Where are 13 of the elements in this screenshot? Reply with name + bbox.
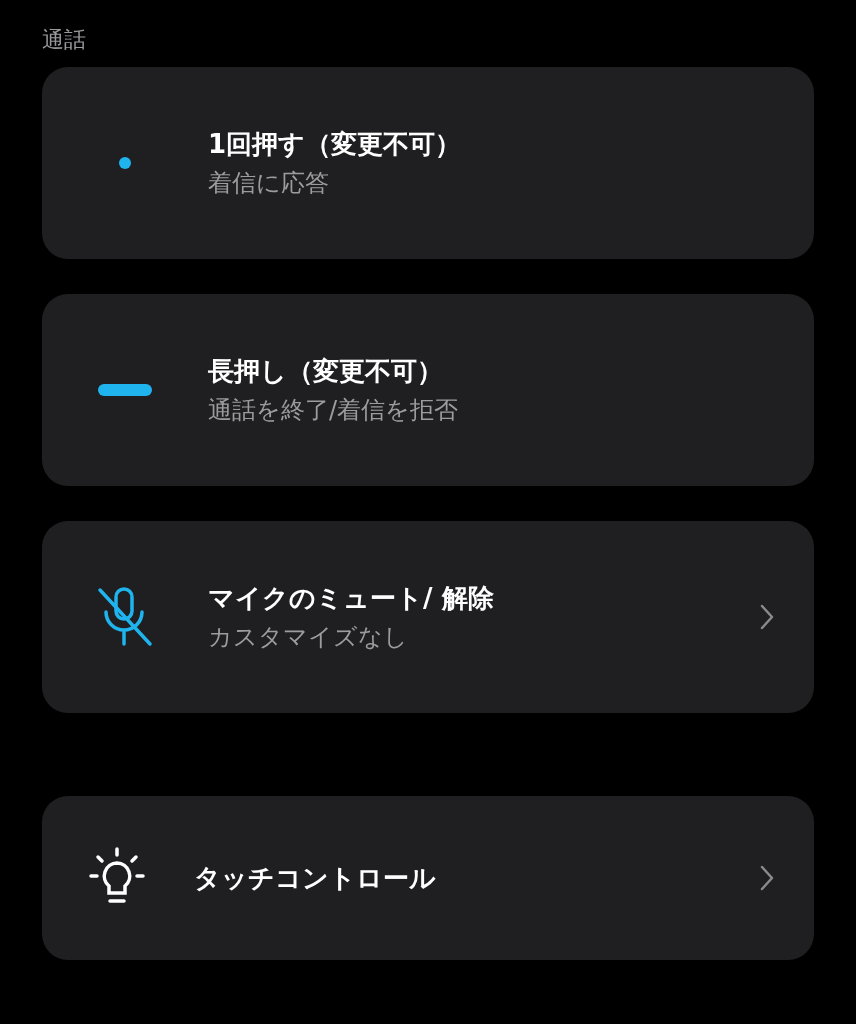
item-subtitle: 通話を終了/着信を拒否 (208, 395, 460, 426)
dash-icon (97, 383, 153, 397)
item-title: 1回押す（変更不可） (208, 128, 463, 161)
item-title: マイクのミュート/ 解除 (208, 582, 495, 615)
microphone-off-icon (96, 586, 154, 648)
settings-card[interactable]: マイクのミュート/ 解除 カスタマイズなし (42, 521, 814, 713)
item-title: 長押し（変更不可） (208, 355, 444, 388)
item-title: タッチコントロール (194, 862, 437, 895)
item-subtitle: カスタマイズなし (208, 622, 409, 653)
section-header: 通話 (42, 26, 87, 54)
item-subtitle: 着信に応答 (208, 168, 330, 199)
settings-card[interactable]: タッチコントロール (42, 796, 814, 960)
dot-icon (118, 156, 132, 170)
